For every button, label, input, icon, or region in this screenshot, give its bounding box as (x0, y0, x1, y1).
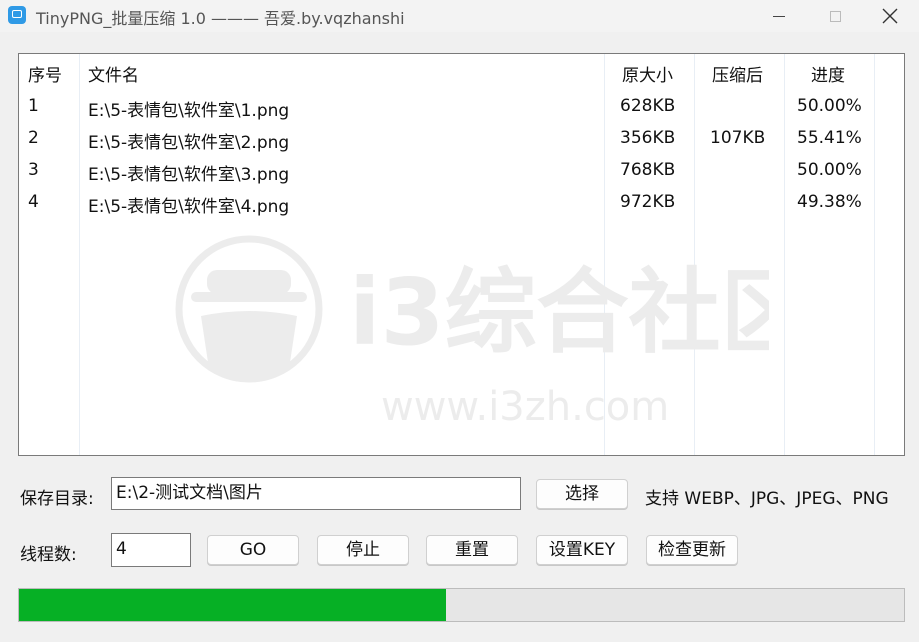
close-button[interactable] (862, 0, 918, 32)
go-button[interactable]: GO (207, 535, 299, 565)
row-index: 4 (28, 192, 39, 212)
progress-fill (19, 589, 446, 621)
progress-bar (18, 588, 905, 622)
thread-count-label: 线程数: (20, 545, 77, 565)
row-original-size: 972KB (620, 192, 676, 212)
maximize-icon (829, 10, 841, 22)
row-original-size: 356KB (620, 128, 676, 148)
column-header-index[interactable]: 序号 (28, 61, 62, 86)
row-progress: 50.00% (797, 96, 862, 116)
row-progress: 50.00% (797, 160, 862, 180)
watermark-text: i3综合社区 (349, 259, 769, 366)
watermark-mascot-detail (191, 270, 307, 382)
column-divider (784, 54, 785, 455)
column-header-filename[interactable]: 文件名 (88, 61, 139, 86)
reset-button[interactable]: 重置 (426, 535, 518, 565)
select-dir-button[interactable]: 选择 (536, 479, 628, 509)
window-title: TinyPNG_批量压缩 1.0 ——— 吾爱.by.vqzhanshi (36, 9, 405, 28)
row-progress: 49.38% (797, 192, 862, 212)
column-header-progress[interactable]: 进度 (811, 61, 845, 86)
save-dir-input[interactable]: E:\2-测试文档\图片 (111, 477, 521, 510)
row-index: 2 (28, 128, 39, 148)
title-bar: TinyPNG_批量压缩 1.0 ——— 吾爱.by.vqzhanshi (0, 0, 919, 32)
row-original-size: 628KB (620, 96, 676, 116)
app-icon (8, 6, 26, 24)
thread-count-input[interactable]: 4 (111, 533, 191, 567)
close-icon (882, 8, 898, 24)
minimize-icon (773, 15, 785, 17)
supported-formats-text: 支持 WEBP、JPG、JPEG、PNG (645, 489, 889, 509)
column-header-compressed-size[interactable]: 压缩后 (712, 61, 763, 86)
row-original-size: 768KB (620, 160, 676, 180)
watermark-logo: i3综合社区 www.i3zh.com (175, 235, 769, 430)
row-index: 3 (28, 160, 39, 180)
maximize-button (807, 0, 863, 32)
watermark-url: www.i3zh.com (381, 384, 669, 430)
row-filename: E:\5-表情包\软件室\3.png (88, 165, 290, 185)
row-filename: E:\5-表情包\软件室\4.png (88, 197, 290, 217)
check-update-button[interactable]: 检查更新 (646, 535, 738, 565)
column-divider (874, 54, 875, 455)
file-list[interactable]: i3综合社区 www.i3zh.com 序号 文件名 原大小 压缩后 进度 1 … (18, 53, 905, 456)
row-compressed-size: 107KB (710, 128, 766, 148)
stop-button[interactable]: 停止 (317, 535, 409, 565)
row-filename: E:\5-表情包\软件室\2.png (88, 133, 290, 153)
row-index: 1 (28, 96, 39, 116)
row-filename: E:\5-表情包\软件室\1.png (88, 101, 290, 121)
set-key-button[interactable]: 设置KEY (536, 535, 628, 565)
row-progress: 55.41% (797, 128, 862, 148)
column-divider (79, 54, 80, 455)
minimize-button[interactable] (751, 0, 807, 32)
save-dir-label: 保存目录: (20, 489, 94, 509)
column-header-original-size[interactable]: 原大小 (622, 61, 673, 86)
